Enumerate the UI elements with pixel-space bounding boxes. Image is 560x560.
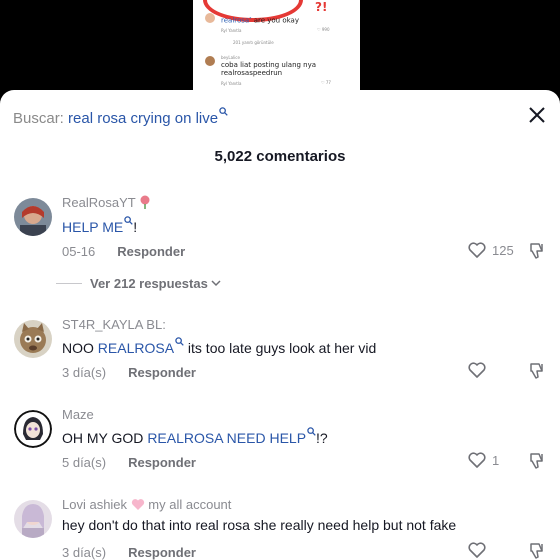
search-icon xyxy=(307,427,316,436)
search-query-link[interactable]: real rosa crying on live xyxy=(68,110,218,127)
comment-text: OH MY GOD REALROSA NEED HELP!? xyxy=(62,427,328,446)
preview-likes-1: ♡ 990 xyxy=(317,27,330,32)
reply-button[interactable]: Responder xyxy=(128,545,196,560)
preview-meta-1: Ryl Yanıtla xyxy=(221,28,242,33)
thumbs-down-icon[interactable] xyxy=(528,242,546,260)
comment-username[interactable]: Lovi ashiek my all account xyxy=(62,497,231,512)
heart-outline-icon xyxy=(468,452,486,468)
like-button[interactable] xyxy=(468,362,492,378)
preview-view-more: 201 yanıtı görüntüle xyxy=(233,40,274,45)
avatar[interactable] xyxy=(14,320,52,358)
like-count: 1 xyxy=(492,452,500,468)
divider xyxy=(56,283,82,284)
avatar[interactable] xyxy=(14,500,52,538)
heart-outline-icon xyxy=(468,242,486,258)
view-replies-button[interactable]: Ver 212 respuestas xyxy=(56,276,221,291)
preview-user-2: beyLalice xyxy=(221,55,240,60)
search-label: Buscar: xyxy=(13,110,64,127)
search-icon xyxy=(175,337,184,346)
comment-search-link[interactable]: REALROSA NEED HELP xyxy=(147,430,306,446)
comment-search-link[interactable]: REALROSA xyxy=(98,340,174,356)
screen: ?! realrosa⌕ are you okay Ryl Yanıtla ♡ … xyxy=(0,0,560,560)
reply-button[interactable]: Responder xyxy=(117,244,185,259)
avatar[interactable] xyxy=(14,410,52,448)
comment-meta: 5 día(s) Responder xyxy=(62,455,196,470)
heart-outline-icon xyxy=(468,362,486,378)
like-button[interactable]: 125 xyxy=(468,242,514,258)
preview-avatar xyxy=(205,13,215,23)
comment-date: 5 día(s) xyxy=(62,455,107,470)
preview-comment-1: realrosa⌕ are you okay xyxy=(221,15,299,25)
like-button[interactable] xyxy=(468,542,492,558)
comment-username[interactable]: ST4R_KAYLA BL: xyxy=(62,317,166,332)
reply-button[interactable]: Responder xyxy=(128,455,196,470)
comment-meta: 3 día(s) Responder xyxy=(62,365,196,380)
preview-comment-2b: realrosaspeedrun xyxy=(221,69,283,77)
thumbs-down-icon[interactable] xyxy=(528,362,546,380)
comment-username[interactable]: RealRosaYT xyxy=(62,195,151,210)
comment-text: hey don't do that into real rosa she rea… xyxy=(62,517,457,533)
video-preview[interactable]: ?! realrosa⌕ are you okay Ryl Yanıtla ♡ … xyxy=(193,0,360,92)
preview-meta-2: Ryl Yanıtla xyxy=(221,81,242,86)
comment-text: NOO REALROSA its too late guys look at h… xyxy=(62,337,376,356)
comment-date: 3 día(s) xyxy=(62,545,107,560)
comment-date: 3 día(s) xyxy=(62,365,107,380)
search-suggestion[interactable]: Buscar: real rosa crying on live xyxy=(13,107,228,127)
preview-likes-2: ♡ 77 xyxy=(321,80,331,85)
like-button[interactable]: 1 xyxy=(468,452,499,468)
pink-heart-icon xyxy=(131,499,144,510)
comment-text: HELP ME! xyxy=(62,216,137,235)
thumbs-down-icon[interactable] xyxy=(528,452,546,470)
comments-count: 5,022 comentarios xyxy=(214,148,346,165)
heart-outline-icon xyxy=(468,542,486,558)
like-count: 125 xyxy=(492,242,514,258)
comments-sheet: Buscar: real rosa crying on live 5,022 c… xyxy=(0,90,560,560)
comment-meta: 3 día(s) Responder xyxy=(62,545,196,560)
comment-date: 05-16 xyxy=(62,244,96,259)
thumbs-down-icon[interactable] xyxy=(528,542,546,560)
avatar[interactable] xyxy=(14,198,52,236)
chevron-down-icon xyxy=(211,280,221,287)
search-icon xyxy=(124,216,133,225)
preview-comment-2a: coba liat posting ulang nya xyxy=(221,61,317,69)
comment-username[interactable]: Maze xyxy=(62,407,94,422)
comment-meta: 05-16 Responder xyxy=(62,244,185,259)
comment-search-link[interactable]: HELP ME xyxy=(62,219,123,235)
search-icon xyxy=(219,107,228,116)
rose-icon xyxy=(140,195,150,209)
preview-mark: ?! xyxy=(315,0,328,14)
reply-button[interactable]: Responder xyxy=(128,365,196,380)
close-icon[interactable] xyxy=(528,106,546,124)
preview-avatar-2 xyxy=(205,56,215,66)
